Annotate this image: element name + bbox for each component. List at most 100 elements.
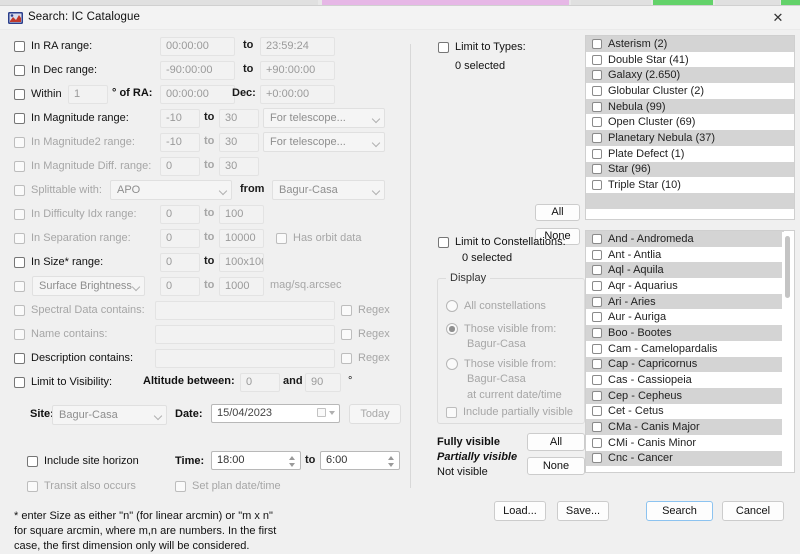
constellation-item-checkbox[interactable] [592, 327, 602, 338]
constellations-listbox[interactable]: And - Andromeda Ant - Antlia Aql - Aquila A… [585, 230, 795, 473]
constellation-item-checkbox[interactable] [592, 453, 602, 464]
type-item-checkbox[interactable] [592, 148, 602, 159]
type-item[interactable]: Globular Cluster (2) [586, 83, 794, 99]
size-to-input[interactable]: 100x100 [219, 253, 264, 272]
limit-to-constellations-checkbox[interactable] [438, 236, 449, 248]
constellation-item-checkbox[interactable] [592, 265, 602, 276]
constellation-item-checkbox[interactable] [592, 280, 602, 291]
surface-to-input[interactable]: 1000 [219, 277, 264, 296]
constellation-item-checkbox[interactable] [592, 249, 602, 260]
constellations-scrollbar-thumb[interactable] [785, 236, 790, 298]
name-regex-checkbox[interactable] [341, 328, 352, 340]
constellation-item[interactable]: CMi - Canis Minor [586, 435, 784, 451]
magnitude-range-checkbox[interactable] [14, 112, 25, 124]
difficulty-from-input[interactable]: 0 [160, 205, 200, 224]
close-icon[interactable]: ✕ [756, 6, 800, 30]
separation-checkbox[interactable] [14, 232, 25, 244]
constellation-item[interactable]: Cam - Camelopardalis [586, 341, 784, 357]
magnitude-diff-to-input[interactable]: 30 [219, 157, 259, 176]
include-partially-visible-checkbox[interactable] [446, 406, 457, 418]
constellation-item-checkbox[interactable] [592, 359, 602, 370]
constellations-none-button[interactable]: None [527, 457, 585, 475]
constellation-item-checkbox[interactable] [592, 233, 602, 244]
type-item-checkbox[interactable] [592, 164, 602, 175]
time-from-input[interactable]: 18:00 [211, 451, 301, 470]
visibility-checkbox[interactable] [14, 376, 25, 388]
type-item-checkbox[interactable] [592, 117, 602, 128]
magnitude-telescope-select[interactable]: For telescope... [263, 108, 385, 128]
constellation-item[interactable]: Cap - Capricornus [586, 356, 784, 373]
ra-from-input[interactable]: 00:00:00 [160, 37, 235, 56]
type-item-checkbox[interactable] [592, 70, 602, 81]
description-regex-checkbox[interactable] [341, 352, 352, 364]
constellation-item-checkbox[interactable] [592, 422, 602, 433]
ra-to-input[interactable]: 23:59:24 [260, 37, 335, 56]
constellation-item-checkbox[interactable] [592, 296, 602, 307]
constellation-item[interactable]: Cnc - Cancer [586, 450, 784, 467]
type-item-checkbox[interactable] [592, 85, 602, 96]
magnitude-to-input[interactable]: 30 [219, 109, 259, 128]
type-item[interactable]: Plate Defect (1) [586, 146, 794, 162]
load-button[interactable]: Load... [494, 501, 546, 521]
type-item[interactable]: Nebula (99) [586, 98, 794, 115]
within-degrees-input[interactable]: 1 [68, 85, 108, 104]
name-input[interactable] [155, 325, 335, 344]
surface-from-input[interactable]: 0 [160, 277, 200, 296]
constellation-item-checkbox[interactable] [592, 343, 602, 354]
include-site-horizon-checkbox[interactable] [27, 455, 38, 467]
surface-brightness-checkbox[interactable] [14, 280, 25, 292]
site-select[interactable]: Bagur-Casa [52, 405, 167, 425]
description-checkbox[interactable] [14, 352, 25, 364]
set-plan-checkbox[interactable] [175, 480, 186, 492]
constellation-item[interactable]: Cet - Cetus [586, 404, 784, 420]
constellation-item[interactable]: Cep - Cepheus [586, 387, 784, 404]
name-checkbox[interactable] [14, 328, 25, 340]
type-item[interactable]: Star (96) [586, 161, 794, 178]
difficulty-checkbox[interactable] [14, 208, 25, 220]
separation-from-input[interactable]: 0 [160, 229, 200, 248]
constellations-all-button[interactable]: All [527, 433, 585, 451]
splittable-checkbox[interactable] [14, 184, 25, 196]
calendar-icon[interactable] [317, 408, 335, 417]
constellation-item[interactable]: Ari - Aries [586, 293, 784, 310]
separation-to-input[interactable]: 10000 [219, 229, 264, 248]
magnitude-diff-checkbox[interactable] [14, 160, 25, 172]
type-item-checkbox[interactable] [592, 180, 602, 191]
magnitude-from-input[interactable]: -10 [160, 109, 200, 128]
size-from-input[interactable]: 0 [160, 253, 200, 272]
spectral-checkbox[interactable] [14, 304, 25, 316]
dec-from-input[interactable]: -90:00:00 [160, 61, 235, 80]
magnitude2-from-input[interactable]: -10 [160, 133, 200, 152]
spectral-regex-checkbox[interactable] [341, 304, 352, 316]
type-item-checkbox[interactable] [592, 132, 602, 143]
magnitude2-range-checkbox[interactable] [14, 136, 25, 148]
surface-brightness-select[interactable]: Surface Brightness [32, 276, 145, 296]
dec-range-checkbox[interactable] [14, 64, 25, 76]
splittable-site-select[interactable]: Bagur-Casa [272, 180, 385, 200]
magnitude2-to-input[interactable]: 30 [219, 133, 259, 152]
constellation-item-checkbox[interactable] [592, 390, 602, 401]
dec-to-input[interactable]: +90:00:00 [260, 61, 335, 80]
constellations-scrollbar[interactable] [782, 232, 793, 472]
has-orbit-data-checkbox[interactable] [276, 232, 287, 244]
constellation-item[interactable]: Cas - Cassiopeia [586, 372, 784, 388]
difficulty-to-input[interactable]: 100 [219, 205, 264, 224]
save-button[interactable]: Save... [557, 501, 609, 521]
types-listbox[interactable]: Asterism (2) Double Star (41) Galaxy (2.65… [585, 35, 795, 220]
constellation-item-checkbox[interactable] [592, 312, 602, 323]
type-item[interactable]: Galaxy (2.650) [586, 67, 794, 84]
time-from-spinner[interactable] [286, 453, 298, 469]
ra-range-checkbox[interactable] [14, 40, 25, 52]
today-button[interactable]: Today [349, 404, 401, 424]
type-item[interactable]: Triple Star (10) [586, 177, 794, 193]
date-input[interactable]: 15/04/2023 [211, 404, 340, 423]
constellation-item[interactable]: Aqr - Aquarius [586, 278, 784, 294]
spectral-input[interactable] [155, 301, 335, 320]
constellation-item[interactable]: Boo - Bootes [586, 325, 784, 341]
altitude-min-input[interactable]: 0 [240, 373, 280, 392]
type-item-checkbox[interactable] [592, 54, 602, 65]
types-all-button[interactable]: All [535, 204, 580, 221]
magnitude-diff-from-input[interactable]: 0 [160, 157, 200, 176]
constellation-item-checkbox[interactable] [592, 406, 602, 417]
within-dec-input[interactable]: +0:00:00 [260, 85, 335, 104]
